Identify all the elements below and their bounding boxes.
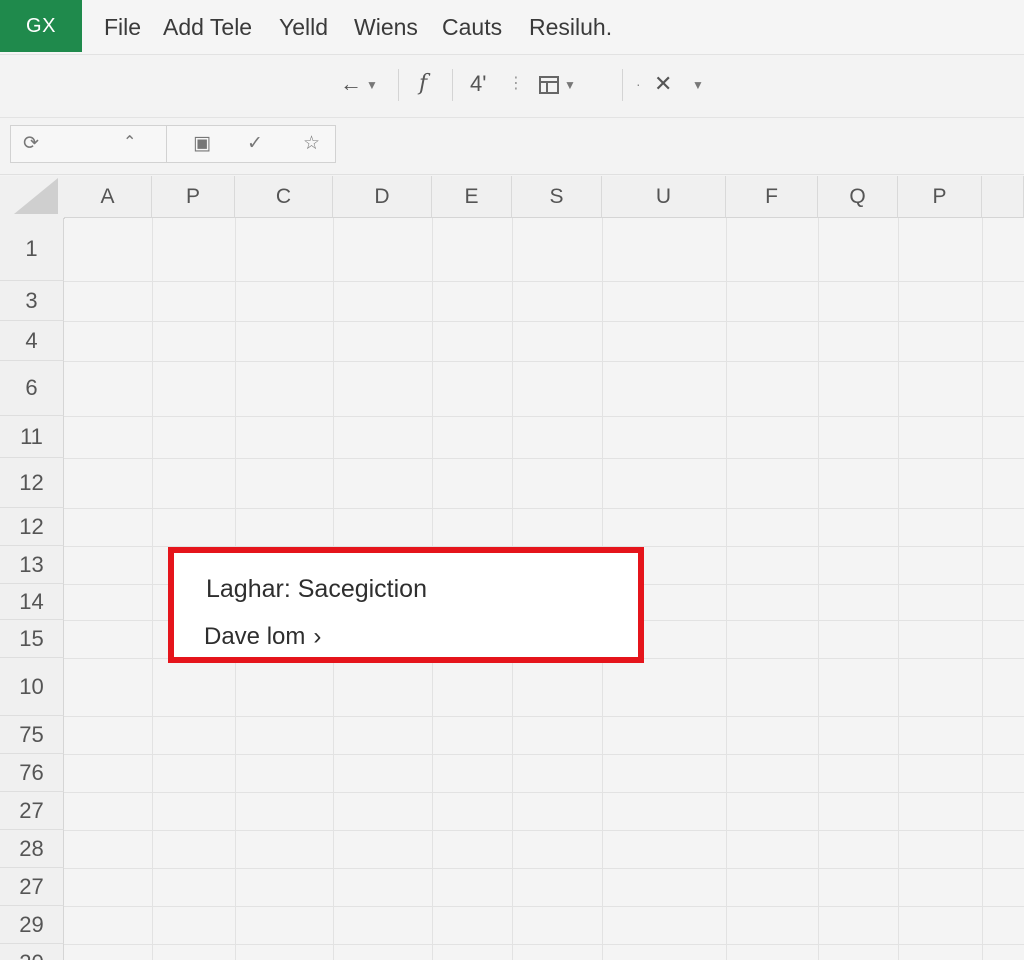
menu-yelld[interactable]: Yelld <box>279 14 328 41</box>
refresh-icon[interactable]: ⟳ <box>23 132 39 155</box>
check-icon[interactable]: ✓ <box>247 132 263 155</box>
font-size-button[interactable]: 4' <box>470 71 486 97</box>
grid-line <box>898 218 899 960</box>
column-header[interactable]: Q <box>818 176 898 218</box>
chevron-right-icon: › <box>313 623 322 650</box>
grid-line <box>64 281 1024 282</box>
undo-button[interactable]: ← ▼ <box>340 71 378 98</box>
row-header[interactable]: 3 <box>0 281 64 321</box>
chevron-down-icon: ▼ <box>692 78 704 93</box>
square-icon[interactable]: ▣ <box>193 132 211 155</box>
menu-resiluh[interactable]: Resiluh. <box>529 14 612 41</box>
row-header[interactable]: 4 <box>0 321 64 361</box>
menu-wiens[interactable]: Wiens <box>354 14 418 41</box>
column-header[interactable]: U <box>602 176 726 218</box>
column-header[interactable]: D <box>333 176 432 218</box>
grid-line <box>64 716 1024 717</box>
column-header[interactable]: E <box>432 176 512 218</box>
column-header[interactable]: F <box>726 176 818 218</box>
drag-handle-icon: ⋮ <box>508 75 524 92</box>
grid-line <box>64 416 1024 417</box>
row-header[interactable]: 75 <box>0 716 64 754</box>
grid-line <box>818 218 819 960</box>
column-header[interactable]: C <box>235 176 333 218</box>
dot-icon: · <box>636 76 641 92</box>
grid-line <box>64 792 1024 793</box>
grid-line <box>64 508 1024 509</box>
column-header[interactable]: S <box>512 176 602 218</box>
grid-line <box>64 868 1024 869</box>
popup-link[interactable]: Dave lom › <box>204 623 321 651</box>
grid-line <box>64 754 1024 755</box>
row-header[interactable]: 6 <box>0 361 64 416</box>
row-header[interactable]: 1 <box>0 218 64 281</box>
row-header[interactable]: 10 <box>0 658 64 716</box>
menu-cauts[interactable]: Cauts <box>442 14 502 41</box>
row-header[interactable]: 28 <box>0 830 64 868</box>
row-header[interactable]: 27 <box>0 868 64 906</box>
row-header[interactable]: 29 <box>0 906 64 944</box>
table-icon <box>539 76 559 95</box>
grid-line <box>726 218 727 960</box>
clear-dropdown[interactable]: ▼ <box>688 71 704 98</box>
grid-line <box>64 830 1024 831</box>
name-box[interactable]: ⟳ ⌃ <box>10 125 167 163</box>
caret-up-icon[interactable]: ⌃ <box>123 132 136 152</box>
toolbar-divider <box>398 69 399 101</box>
toolbar: ← ▼ f 4' ⋮ ▼ · ✕ ▼ <box>0 55 1024 118</box>
star-icon[interactable]: ☆ <box>303 132 320 155</box>
formula-bar: ⟳ ⌃ ▣ ✓ ☆ <box>0 118 1024 175</box>
row-header[interactable]: 15 <box>0 620 64 658</box>
row-header[interactable]: 12 <box>0 458 64 508</box>
popup-link-label: Dave lom <box>204 623 306 650</box>
toolbar-divider <box>622 69 623 101</box>
menu-add-tele[interactable]: Add Tele <box>163 14 252 41</box>
grid-line <box>64 321 1024 322</box>
grid-line <box>152 218 153 960</box>
column-header[interactable]: A <box>64 176 152 218</box>
row-header[interactable]: 14 <box>0 584 64 620</box>
grid-line <box>64 906 1024 907</box>
row-header[interactable]: 13 <box>0 546 64 584</box>
row-header[interactable]: 20 <box>0 944 64 960</box>
grid-line <box>64 361 1024 362</box>
arrow-left-icon: ← <box>340 71 362 96</box>
column-header[interactable]: P <box>152 176 235 218</box>
select-all-corner[interactable] <box>0 176 65 219</box>
toolbar-divider <box>452 69 453 101</box>
grid-line <box>982 218 983 960</box>
popup-title: Laghar: Sacegiction <box>206 575 427 603</box>
menu-bar: GX File Add Tele Yelld Wiens Cauts Resil… <box>0 0 1024 55</box>
formula-tools: ▣ ✓ ☆ <box>166 125 336 163</box>
row-header[interactable]: 27 <box>0 792 64 830</box>
clear-button[interactable]: ✕ <box>654 71 672 97</box>
row-header[interactable]: 11 <box>0 416 64 458</box>
select-all-triangle <box>14 178 58 214</box>
table-format-button[interactable]: ▼ <box>538 71 576 98</box>
chevron-down-icon: ▼ <box>564 78 576 93</box>
grid-line <box>64 944 1024 945</box>
column-header[interactable] <box>982 176 1024 218</box>
suggestion-popup: Laghar: Sacegiction Dave lom › <box>168 547 644 663</box>
app-logo[interactable]: GX <box>0 0 82 52</box>
chevron-down-icon: ▼ <box>366 78 378 93</box>
row-header[interactable]: 76 <box>0 754 64 792</box>
column-header[interactable]: P <box>898 176 982 218</box>
function-button[interactable]: f <box>419 71 427 97</box>
scissors-icon: ✕ <box>654 71 673 96</box>
grid-line <box>64 458 1024 459</box>
menu-file[interactable]: File <box>104 14 141 41</box>
row-header[interactable]: 12 <box>0 508 64 546</box>
